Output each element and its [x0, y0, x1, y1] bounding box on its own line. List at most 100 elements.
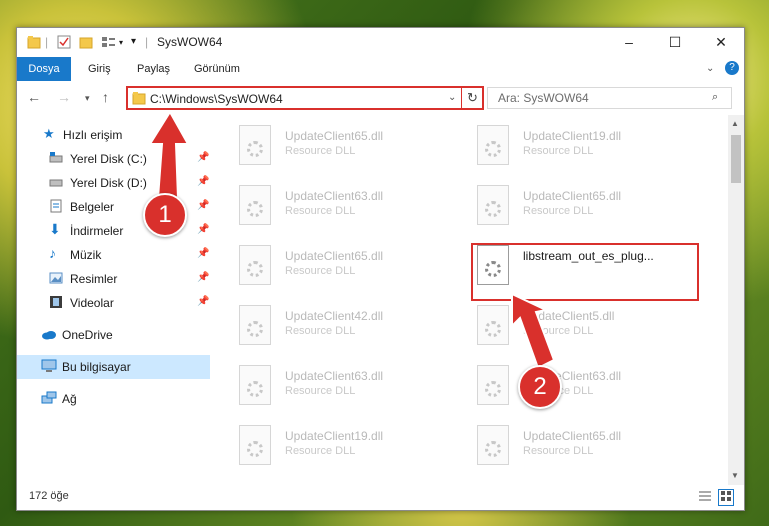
file-item[interactable]: UpdateClient65.dll Resource DLL — [239, 243, 469, 295]
file-name: UpdateClient63.dll — [285, 369, 384, 383]
file-item[interactable]: UpdateClient65.dll Resource DLL — [477, 183, 707, 235]
recent-locations-icon[interactable]: ▾ — [85, 93, 90, 104]
gear-icon — [247, 441, 263, 457]
address-dropdown-icon[interactable]: ⌄ — [448, 92, 456, 103]
sidebar-item-label: Müzik — [70, 248, 102, 262]
search-icon[interactable]: ⌕ — [712, 91, 718, 104]
folder-icon — [132, 91, 146, 108]
sidebar-item-videos[interactable]: Videolar 📌 — [17, 291, 210, 315]
gear-icon — [247, 261, 263, 277]
vertical-scrollbar[interactable]: ▲ ▼ — [728, 115, 744, 485]
new-folder-icon[interactable] — [79, 35, 93, 51]
tiles-view-icon[interactable] — [718, 489, 734, 506]
file-type: Resource DLL — [285, 265, 356, 277]
file-item[interactable]: UpdateClient63.dll Resource DLL — [477, 363, 707, 415]
file-item[interactable]: UpdateClient63.dll Resource DLL — [239, 183, 469, 235]
file-item[interactable]: UpdateClient65.dll Resource DLL — [477, 423, 707, 475]
dll-file-icon — [239, 125, 271, 165]
navigation-pane: ★ Hızlı erişim Yerel Disk (C:) 📌 Yerel D… — [17, 115, 212, 485]
ribbon-tabs: Dosya Giriş Paylaş Görünüm ⌄ ? — [17, 57, 744, 109]
tab-home[interactable]: Giriş — [88, 57, 111, 81]
file-type: Resource DLL — [523, 205, 594, 217]
folder-icon — [27, 35, 41, 51]
file-type: Resource DLL — [285, 385, 356, 397]
file-item[interactable]: UpdateClient19.dll Resource DLL — [239, 423, 469, 475]
expand-ribbon-icon[interactable]: ⌄ — [706, 57, 714, 81]
sidebar-item-onedrive[interactable]: OneDrive — [17, 323, 210, 347]
help-icon[interactable]: ? — [725, 61, 739, 75]
file-name: UpdateClient19.dll — [523, 129, 622, 143]
scroll-up-icon[interactable]: ▲ — [731, 119, 739, 128]
sidebar-item-label: Ağ — [62, 392, 77, 406]
dll-file-icon — [239, 185, 271, 225]
back-arrow-icon[interactable]: ← — [27, 89, 41, 105]
sidebar-item-d-drive[interactable]: Yerel Disk (D:) 📌 — [17, 171, 210, 195]
search-input[interactable]: Ara: SysWOW64 — [498, 91, 589, 105]
forward-arrow-icon[interactable]: → — [57, 89, 71, 105]
qa-dropdown-icon[interactable]: ▾ — [119, 38, 123, 54]
file-type: Resource DLL — [285, 145, 356, 157]
gear-icon — [485, 141, 501, 157]
maximize-button[interactable]: ☐ — [652, 28, 698, 57]
address-path[interactable]: C:\Windows\SysWOW64 — [150, 92, 283, 106]
callout-badge-2: 2 — [518, 365, 562, 409]
file-item[interactable]: UpdateClient5.dll Resource DLL — [477, 303, 707, 355]
address-row: ← → ▾ ↑ C:\Windows\SysWOW64 ⌄ ↻ Ara: Sys… — [17, 81, 744, 115]
sidebar-item-network[interactable]: Ağ — [17, 387, 210, 411]
tab-view[interactable]: Görünüm — [194, 57, 240, 81]
dll-file-icon — [477, 185, 509, 225]
pin-icon[interactable]: 📌 — [197, 200, 209, 211]
sidebar-item-music[interactable]: ♪ Müzik 📌 — [17, 243, 210, 267]
pin-icon[interactable]: 📌 — [197, 152, 209, 163]
details-view-icon[interactable] — [698, 490, 712, 505]
refresh-icon[interactable]: ↻ — [467, 90, 478, 106]
pin-icon[interactable]: 📌 — [197, 176, 209, 187]
dll-file-icon — [239, 425, 271, 465]
sidebar-item-label: Yerel Disk (D:) — [70, 176, 147, 190]
sidebar-item-c-drive[interactable]: Yerel Disk (C:) 📌 — [17, 147, 210, 171]
customize-qa-icon[interactable]: ▾ — [131, 36, 136, 52]
file-type: Resource DLL — [285, 205, 356, 217]
tab-share[interactable]: Paylaş — [137, 57, 170, 81]
address-bar[interactable]: C:\Windows\SysWOW64 ⌄ ↻ — [126, 86, 484, 110]
pin-icon[interactable]: 📌 — [197, 224, 209, 235]
sidebar-item-this-pc[interactable]: Bu bilgisayar — [17, 355, 210, 379]
close-button[interactable]: ✕ — [698, 28, 744, 57]
scroll-thumb[interactable] — [731, 135, 741, 183]
dll-file-icon — [477, 365, 509, 405]
search-box[interactable]: Ara: SysWOW64 ⌕ — [487, 87, 732, 109]
address-divider — [461, 86, 462, 110]
explorer-window: | ▾ ▾ | SysWOW64 – ☐ ✕ Dosya Giriş Payla… — [16, 27, 745, 511]
file-item[interactable]: UpdateClient63.dll Resource DLL — [239, 363, 469, 415]
music-icon: ♪ — [49, 245, 56, 261]
dll-file-icon — [477, 305, 509, 345]
gear-icon — [485, 441, 501, 457]
view-icon[interactable] — [101, 35, 117, 51]
sidebar-item-pictures[interactable]: Resimler 📌 — [17, 267, 210, 291]
file-name: UpdateClient65.dll — [285, 129, 384, 143]
scroll-down-icon[interactable]: ▼ — [731, 471, 739, 480]
file-item[interactable]: UpdateClient19.dll Resource DLL — [477, 123, 707, 175]
gear-icon — [485, 381, 501, 397]
sidebar-item-label: Yerel Disk (C:) — [70, 152, 147, 166]
pin-icon[interactable]: 📌 — [197, 296, 209, 307]
file-item[interactable]: UpdateClient42.dll Resource DLL — [239, 303, 469, 355]
file-name: UpdateClient5.dll — [523, 309, 615, 323]
pin-icon[interactable]: 📌 — [197, 272, 209, 283]
item-count: 172 öğe — [29, 490, 69, 502]
properties-icon[interactable] — [57, 35, 71, 51]
file-item[interactable]: UpdateClient65.dll Resource DLL — [239, 123, 469, 175]
callout-badge-1: 1 — [143, 193, 187, 237]
file-type: Resource DLL — [285, 325, 356, 337]
gear-icon — [485, 201, 501, 217]
pin-icon[interactable]: 📌 — [197, 248, 209, 259]
file-type: Resource DLL — [523, 325, 594, 337]
file-name: UpdateClient63.dll — [285, 189, 384, 203]
sidebar-item-quick-access[interactable]: ★ Hızlı erişim — [17, 123, 210, 147]
minimize-button[interactable]: – — [606, 28, 652, 57]
up-arrow-icon[interactable]: ↑ — [102, 89, 109, 105]
file-name: UpdateClient19.dll — [285, 429, 384, 443]
sidebar-item-label: Resimler — [70, 272, 118, 286]
dll-file-icon — [477, 425, 509, 465]
file-type: Resource DLL — [523, 445, 594, 457]
